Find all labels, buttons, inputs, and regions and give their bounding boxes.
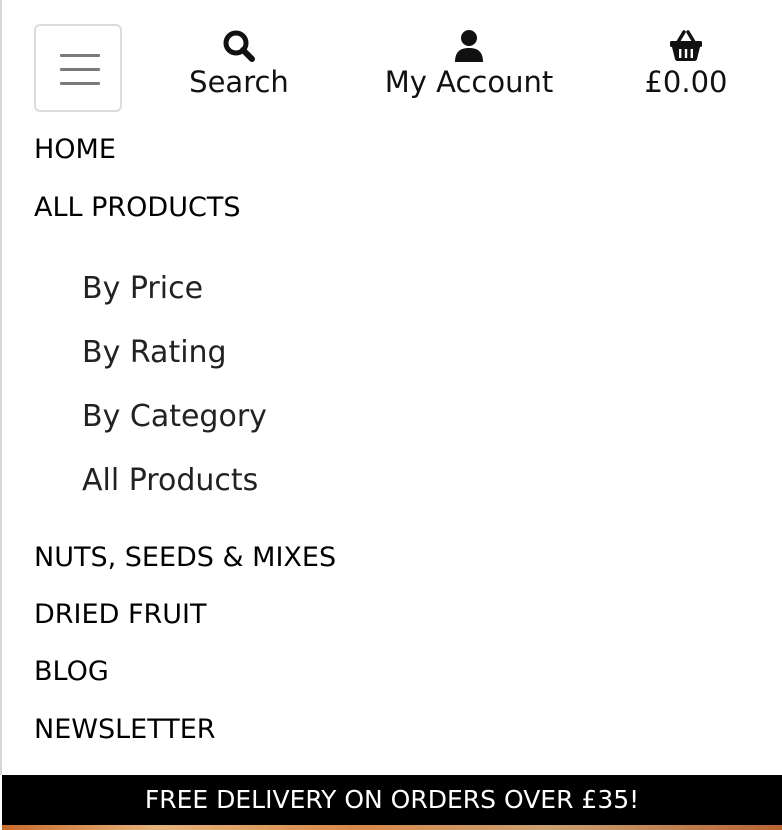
user-icon (455, 30, 483, 62)
nav-item-newsletter[interactable]: NEWSLETTER (34, 713, 216, 747)
basket-link[interactable]: £0.00 (628, 28, 744, 100)
submenu-all-products[interactable]: All Products (82, 462, 258, 500)
delivery-banner: FREE DELIVERY ON ORDERS OVER £35! (2, 775, 782, 825)
nav-item-nuts-seeds-mixes[interactable]: NUTS, SEEDS & MIXES (34, 541, 336, 575)
nav-item-dried-fruit[interactable]: DRIED FRUIT (34, 598, 206, 632)
submenu-by-rating[interactable]: By Rating (82, 334, 227, 372)
menu-toggle-button[interactable] (34, 24, 122, 112)
search-label: Search (189, 65, 289, 99)
submenu-by-price[interactable]: By Price (82, 270, 203, 308)
nav-item-all-products[interactable]: ALL PRODUCTS (34, 191, 240, 225)
basket-icon (670, 30, 702, 61)
hamburger-line (60, 82, 100, 85)
hamburger-line (60, 68, 100, 71)
my-account-link[interactable]: My Account (362, 28, 576, 100)
nav-item-home[interactable]: HOME (34, 133, 116, 167)
submenu-by-category[interactable]: By Category (82, 398, 267, 436)
delivery-banner-text: FREE DELIVERY ON ORDERS OVER £35! (144, 785, 640, 814)
nav-item-blog[interactable]: BLOG (34, 655, 109, 689)
page-left-border (0, 0, 2, 775)
hero-image-strip (2, 825, 782, 830)
basket-total: £0.00 (644, 65, 728, 99)
hamburger-line (60, 54, 100, 57)
search-icon (223, 30, 255, 62)
search-link[interactable]: Search (172, 28, 306, 100)
my-account-label: My Account (384, 65, 554, 99)
